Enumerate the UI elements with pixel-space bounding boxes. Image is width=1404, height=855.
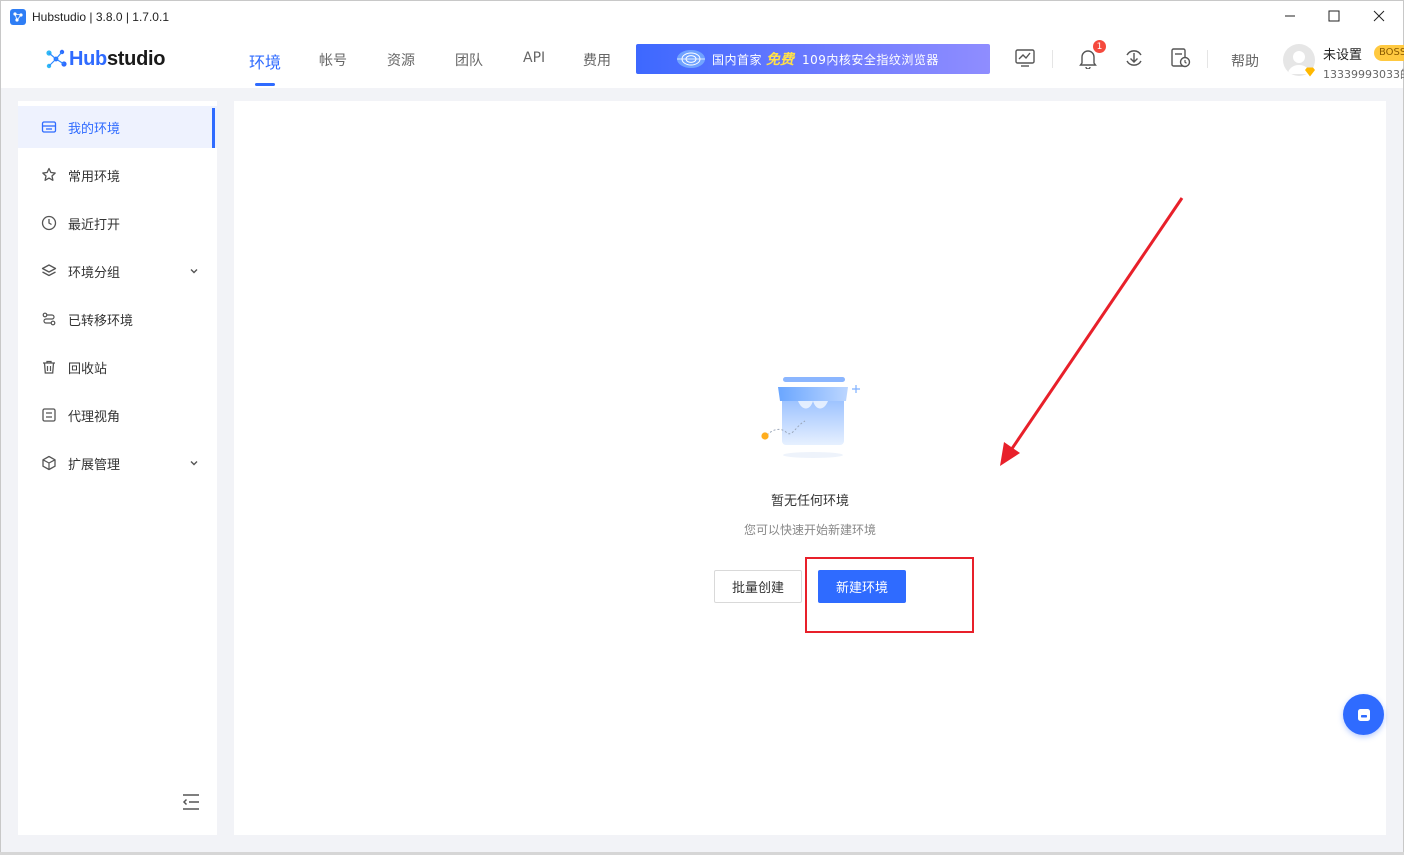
app-icon xyxy=(10,8,26,25)
document-clock-icon xyxy=(1171,48,1191,68)
sidebar-item-label: 我的环境 xyxy=(68,121,121,137)
cube-icon xyxy=(40,454,58,472)
empty-state-title: 暂无任何环境 xyxy=(770,494,849,509)
annotation-arrow xyxy=(1000,197,1184,466)
monitor-button[interactable] xyxy=(1013,46,1037,70)
sidebar-item-recycle-bin[interactable]: 回收站 xyxy=(18,346,217,388)
sidebar-item-favorite-environments[interactable]: 常用环境 xyxy=(18,154,217,196)
clock-icon xyxy=(40,214,58,232)
floating-action-button[interactable] xyxy=(1343,694,1384,735)
notification-badge: 1 xyxy=(1093,40,1106,53)
main-content: 暂无任何环境 您可以快速开始新建环境 批量创建 新建环境 xyxy=(234,101,1386,835)
storefront-icon xyxy=(40,118,58,136)
download-button[interactable] xyxy=(1122,46,1146,70)
tab-resources[interactable]: 资源 xyxy=(387,50,415,70)
download-sync-icon xyxy=(1126,50,1142,66)
window-border xyxy=(0,88,1,855)
promo-banner[interactable]: 国内首家 免费 109内核安全指纹浏览器 xyxy=(636,44,990,74)
sidebar-item-proxy-view[interactable]: 代理视角 xyxy=(18,394,217,436)
batch-create-button[interactable]: 批量创建 xyxy=(714,570,802,603)
sidebar-item-label: 环境分组 xyxy=(68,265,121,281)
sidebar-item-label: 最近打开 xyxy=(68,217,121,233)
fingerprint-icon xyxy=(677,50,705,68)
star-icon xyxy=(40,166,58,184)
sidebar-item-environment-groups[interactable]: 环境分组 xyxy=(18,250,217,292)
chat-icon xyxy=(1357,708,1370,721)
history-button[interactable] xyxy=(1168,46,1192,70)
list-panel-icon xyxy=(40,406,58,424)
minimize-icon xyxy=(1285,15,1295,17)
app-header: Hubstudio 环境 帐号 资源 团队 API 费用 国内首家 免费 109… xyxy=(0,32,1404,88)
minimize-button[interactable] xyxy=(1267,0,1313,32)
vip-gem-icon xyxy=(1305,67,1315,77)
banner-free: 免费 xyxy=(766,52,795,68)
hubstudio-logo: Hubstudio xyxy=(43,46,165,72)
maximize-button[interactable] xyxy=(1311,0,1357,32)
empty-state-subtitle: 您可以快速开始新建环境 xyxy=(743,523,876,537)
sidebar-item-my-environments[interactable]: 我的环境 xyxy=(18,106,217,148)
chevron-down-icon xyxy=(190,461,198,466)
logo-text: Hubstudio xyxy=(69,47,166,70)
sidebar: 我的环境 常用环境 最近打开 环境分组 已转移环境 回收站 代理视角 扩展管理 xyxy=(18,101,217,835)
sidebar-item-label: 已转移环境 xyxy=(68,313,134,329)
sidebar-item-recently-opened[interactable]: 最近打开 xyxy=(18,202,217,244)
tab-environment[interactable]: 环境 xyxy=(249,49,281,73)
chevron-down-icon xyxy=(190,269,198,274)
sidebar-item-extension-management[interactable]: 扩展管理 xyxy=(18,442,217,484)
close-button[interactable] xyxy=(1356,0,1402,32)
trash-icon xyxy=(40,358,58,376)
user-role-badge: BOSS xyxy=(1374,45,1404,61)
tab-billing[interactable]: 费用 xyxy=(583,50,611,70)
header-divider xyxy=(1207,50,1208,68)
sidebar-item-label: 常用环境 xyxy=(68,169,121,185)
header-divider xyxy=(1052,50,1053,68)
tab-api[interactable]: API xyxy=(523,50,545,66)
tab-accounts[interactable]: 帐号 xyxy=(319,50,347,70)
tab-team[interactable]: 团队 xyxy=(455,50,483,70)
logo-icon xyxy=(46,49,67,69)
window-titlebar: Hubstudio | 3.8.0 | 1.7.0.1 xyxy=(0,0,1404,32)
banner-suffix: 109内核安全指纹浏览器 xyxy=(802,52,939,67)
sidebar-item-label: 扩展管理 xyxy=(68,457,121,473)
sidebar-item-label: 回收站 xyxy=(68,361,108,377)
monitor-chart-icon xyxy=(1015,49,1035,67)
layers-icon xyxy=(40,262,58,280)
user-phone: 13339993033的 xyxy=(1323,68,1404,81)
maximize-icon xyxy=(1328,10,1340,22)
active-tab-indicator xyxy=(255,83,275,86)
empty-state-illustration xyxy=(761,377,860,458)
user-name: 未设置 xyxy=(1323,48,1363,63)
sidebar-item-label: 代理视角 xyxy=(68,409,121,425)
close-icon xyxy=(1373,10,1385,22)
highlight-box xyxy=(805,557,974,633)
window-title: Hubstudio | 3.8.0 | 1.7.0.1 xyxy=(32,9,169,24)
banner-prefix: 国内首家 xyxy=(712,52,763,67)
sidebar-item-transferred-environments[interactable]: 已转移环境 xyxy=(18,298,217,340)
collapse-sidebar-icon[interactable] xyxy=(181,793,201,811)
transfer-icon xyxy=(40,310,58,328)
help-link[interactable]: 帮助 xyxy=(1231,51,1259,71)
